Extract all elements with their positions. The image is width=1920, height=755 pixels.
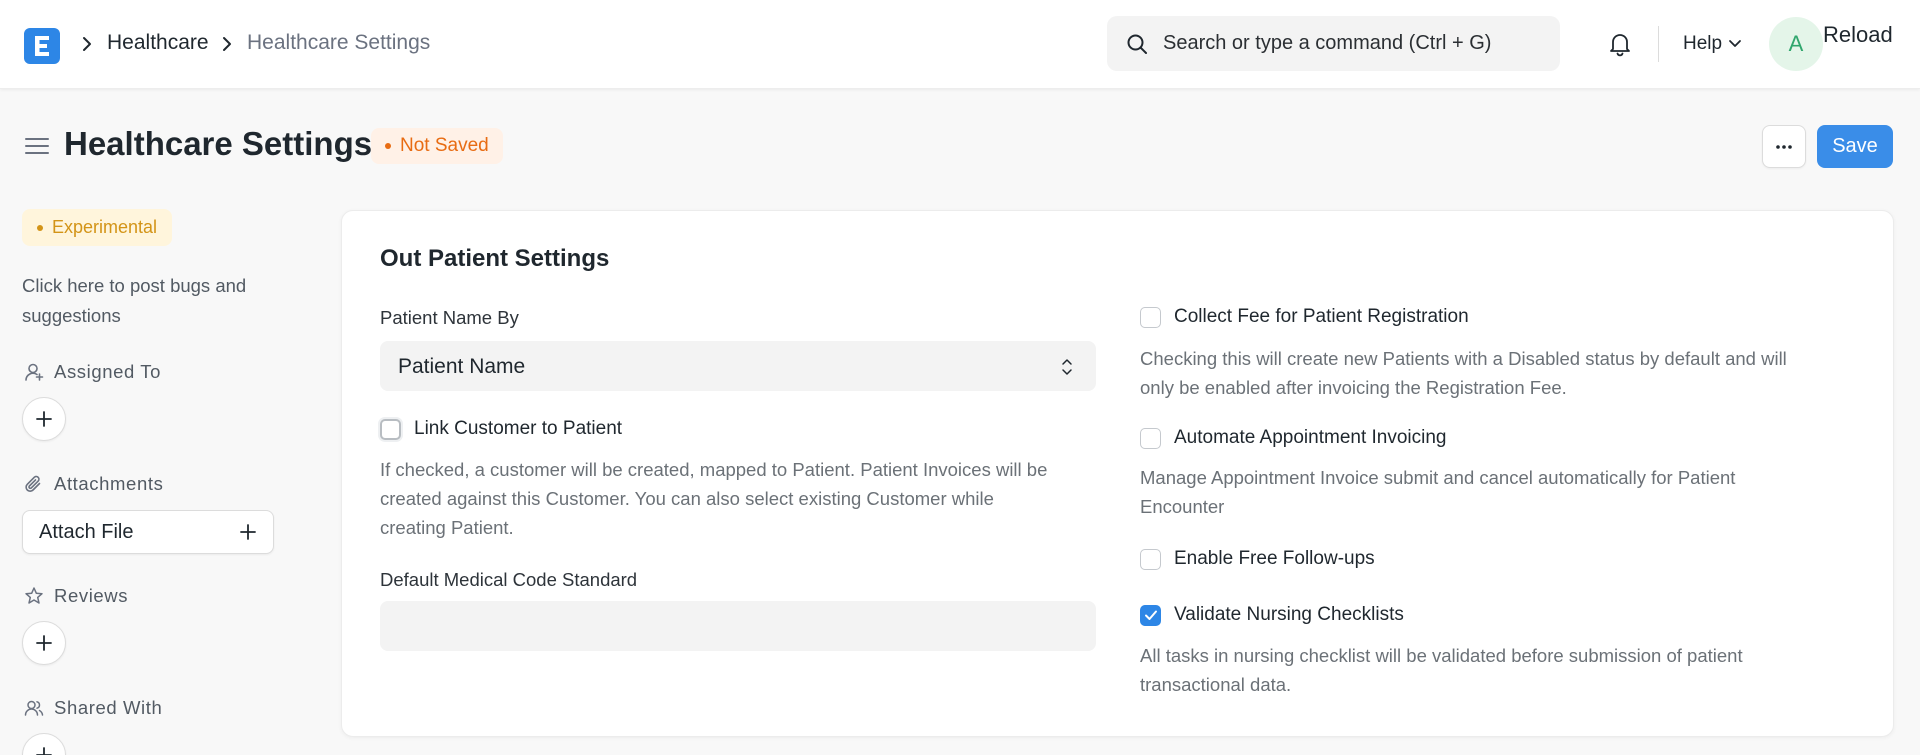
link-customer-checkbox[interactable] [380,418,401,440]
desc-line: transactional data. [1140,674,1292,695]
link-customer-row[interactable]: Link Customer to Patient [380,418,622,440]
attach-file-button[interactable]: Attach File [22,510,274,554]
add-share-button[interactable] [22,733,66,755]
help-label: Help [1683,33,1723,54]
shared-with-label: Shared With [54,697,163,718]
save-button[interactable]: Save [1817,125,1893,168]
help-dropdown[interactable]: Help [1683,33,1742,55]
desc-line: Checking this will create new Patients w… [1140,348,1787,369]
desc-line: Manage Appointment Invoice submit and ca… [1140,467,1736,488]
plus-icon [240,524,256,540]
checkmark-icon [1144,610,1157,620]
awesomebar[interactable] [1107,16,1560,71]
desc-line: Encounter [1140,496,1225,517]
add-assignee-button[interactable] [22,397,66,441]
erpnext-logo-icon [35,36,49,56]
patient-name-by-label: Patient Name By [380,307,519,328]
user-icon [25,363,44,381]
navbar-divider [1658,26,1659,62]
chevron-down-icon [1729,40,1741,47]
collect-fee-row[interactable]: Collect Fee for Patient Registration [1140,306,1469,328]
free-followups-row[interactable]: Enable Free Follow-ups [1140,548,1375,570]
reviews-section: Reviews [24,585,128,607]
app-logo[interactable] [24,28,60,64]
collect-fee-checkbox[interactable] [1140,306,1161,328]
validate-nursing-row[interactable]: Validate Nursing Checklists [1140,604,1404,626]
validate-nursing-label: Validate Nursing Checklists [1174,604,1404,625]
desc-line: If checked, a customer will be created, … [380,459,1048,480]
page-title: Healthcare Settings [64,125,373,162]
form-card: Out Patient Settings Patient Name By Pat… [341,210,1894,737]
assigned-to-label: Assigned To [54,361,162,382]
star-icon [25,587,43,604]
status-text: Not Saved [400,135,489,156]
search-icon [1127,34,1147,54]
reload-label[interactable]: Reload [1823,22,1893,48]
paperclip-icon [25,475,41,492]
attach-file-label: Attach File [39,520,134,543]
breadcrumb-healthcare[interactable]: Healthcare [107,31,209,55]
automate-invoicing-description: Manage Appointment Invoice submit and ca… [1140,463,1870,521]
automate-invoicing-checkbox[interactable] [1140,427,1161,449]
validate-nursing-checkbox[interactable] [1140,604,1161,626]
navbar: Healthcare Healthcare Settings Help A Re… [0,0,1920,89]
status-dot [385,143,391,149]
attachments-label: Attachments [54,473,164,494]
desc-line: created against this Customer. You can a… [380,488,994,509]
desc-line: creating Patient. [380,517,514,538]
default-medical-code-label: Default Medical Code Standard [380,569,638,590]
users-icon [24,700,44,716]
select-arrows-icon [1062,359,1072,375]
experimental-text: Experimental [52,217,158,237]
desc-line: All tasks in nursing checklist will be v… [1140,645,1743,666]
add-review-button[interactable] [22,621,66,665]
reviews-label: Reviews [54,585,129,606]
chevron-right-icon [83,37,91,51]
more-dots-icon [1776,144,1792,149]
status-badge: Not Saved [371,128,503,164]
breadcrumb-healthcare-settings[interactable]: Healthcare Settings [247,31,430,55]
automate-invoicing-row[interactable]: Automate Appointment Invoicing [1140,427,1447,449]
plus-icon [36,635,52,651]
search-input[interactable] [1163,16,1553,71]
validate-nursing-description: All tasks in nursing checklist will be v… [1140,641,1870,699]
section-title: Out Patient Settings [380,245,610,272]
collect-fee-label: Collect Fee for Patient Registration [1174,306,1469,327]
user-avatar[interactable]: A [1769,17,1823,71]
link-customer-description: If checked, a customer will be created, … [380,455,1110,542]
patient-name-by-select[interactable]: Patient Name [380,341,1096,391]
desc-line: only be enabled after invoicing the Regi… [1140,377,1567,398]
more-actions-button[interactable] [1762,125,1806,168]
patient-name-by-value: Patient Name [398,355,526,378]
experimental-badge: Experimental [22,209,173,246]
assigned-to-section: Assigned To [24,361,161,383]
collect-fee-description: Checking this will create new Patients w… [1140,344,1870,402]
link-customer-label: Link Customer to Patient [414,418,623,439]
automate-invoicing-label: Automate Appointment Invoicing [1174,427,1447,448]
chevron-right-icon [223,37,231,51]
free-followups-label: Enable Free Follow-ups [1174,548,1375,569]
plus-icon [36,411,52,427]
default-medical-code-input[interactable] [380,601,1096,651]
report-bugs-link[interactable]: Click here to post bugs and suggestions [22,271,282,331]
plus-icon [36,747,52,755]
shared-with-section: Shared With [24,697,162,719]
notification-bell-icon[interactable] [1607,31,1633,57]
experimental-dot [37,224,43,231]
sidebar-toggle-icon[interactable] [24,134,50,158]
attachments-section: Attachments [24,473,163,495]
free-followups-checkbox[interactable] [1140,548,1161,570]
